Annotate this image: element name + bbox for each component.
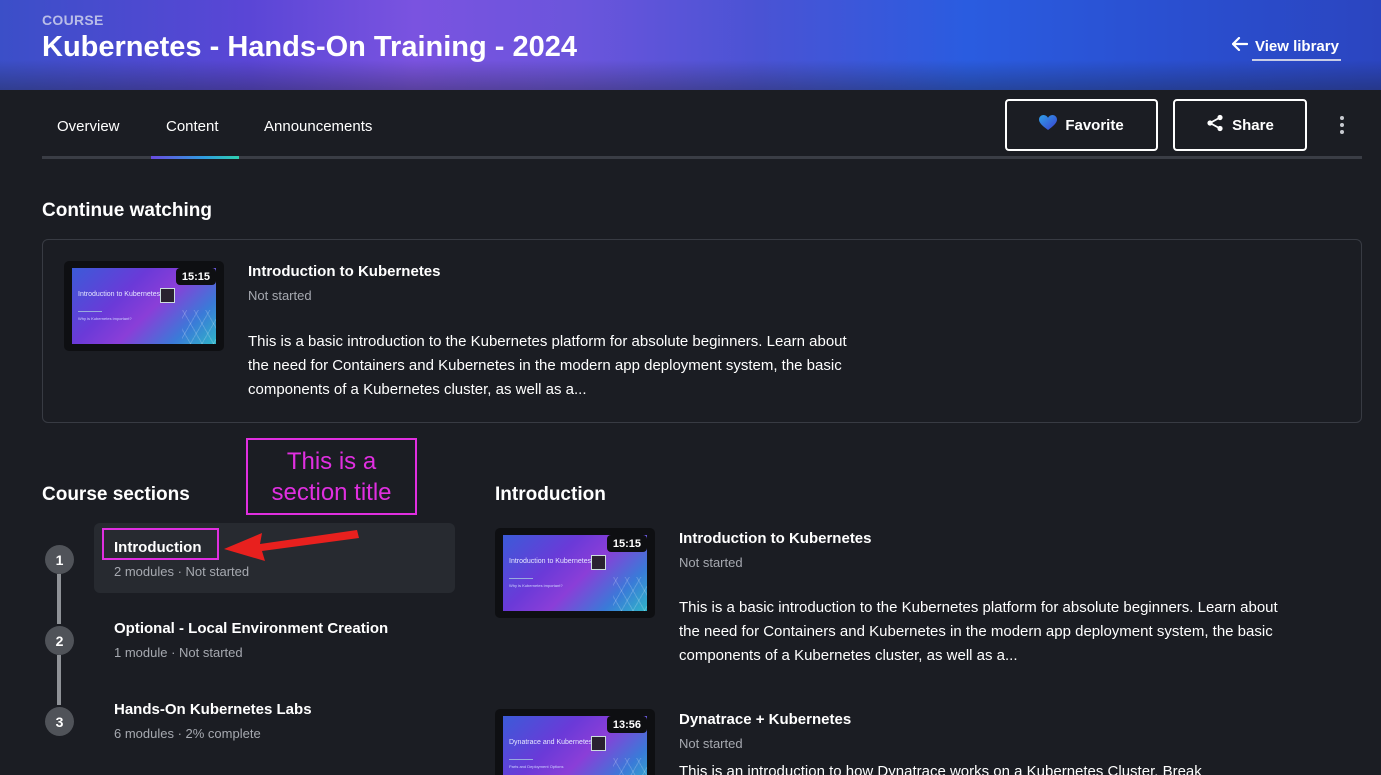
annotation-arrow-icon (224, 530, 359, 561)
section-title: Hands-On Kubernetes Labs (114, 701, 312, 718)
tab-divider (42, 156, 1362, 159)
thumbnail-pattern (182, 310, 216, 344)
video-thumbnail[interactable]: Introduction to Kubernetes Why is Kubern… (64, 261, 224, 351)
thumbnail-title: Dynatrace and Kubernetes (509, 739, 593, 746)
module-status: Not started (248, 288, 312, 303)
active-tab-indicator (151, 156, 239, 159)
annotation-callout: This is a section title (246, 438, 417, 515)
module-status: Not started (679, 736, 743, 751)
module-description: This is an introduction to how Dynatrace… (679, 763, 1202, 775)
share-icon (1206, 114, 1224, 136)
section-meta: 6 modules · 2% complete (114, 726, 261, 741)
step-number: 1 (45, 545, 74, 574)
link-underline (1252, 59, 1341, 61)
step-number: 3 (45, 707, 74, 736)
thumbnail-title: Introduction to Kubernetes (78, 291, 161, 298)
tab-announcements[interactable]: Announcements (249, 98, 387, 154)
heart-icon (1039, 115, 1058, 135)
module-title[interactable]: Introduction to Kubernetes (679, 530, 872, 547)
module-description: This is a basic introduction to the Kube… (679, 599, 1278, 664)
arrow-left-icon (1231, 36, 1249, 55)
page-title: Kubernetes - Hands-On Training - 2024 (42, 31, 577, 63)
module-title[interactable]: Dynatrace + Kubernetes (679, 711, 851, 728)
view-library-link[interactable]: View library (1231, 32, 1341, 61)
thumbnail-pattern (613, 758, 647, 775)
duration-badge: 15:15 (606, 535, 647, 552)
video-thumbnail[interactable]: Dynatrace and Kubernetes Parts and Deplo… (495, 709, 655, 775)
annotation-highlight (102, 528, 219, 560)
thumbnail-subtitle: Parts and Deployment Options (509, 764, 564, 769)
continue-watching-card[interactable]: Introduction to Kubernetes Why is Kubern… (42, 239, 1362, 423)
duration-badge: 15:15 (175, 268, 216, 285)
thumbnail-subtitle: Why is Kubernetes important? (78, 316, 132, 321)
course-header: COURSE Kubernetes - Hands-On Training - … (0, 0, 1381, 90)
module-title[interactable]: Introduction to Kubernetes (248, 263, 441, 280)
section-meta: 1 module · Not started (114, 645, 243, 660)
view-library-label: View library (1255, 37, 1339, 55)
module-status: Not started (679, 555, 743, 570)
favorite-button[interactable]: Favorite (1005, 99, 1158, 151)
share-button[interactable]: Share (1173, 99, 1307, 151)
thumbnail-pattern (613, 577, 647, 611)
thumbnail-subtitle: Why is Kubernetes important? (509, 583, 563, 588)
section-meta: 2 modules · Not started (114, 564, 250, 579)
continue-watching-heading: Continue watching (42, 200, 212, 221)
thumbnail-title: Introduction to Kubernetes (509, 558, 592, 565)
step-number: 2 (45, 626, 74, 655)
more-options-icon[interactable] (1332, 112, 1352, 138)
tab-content[interactable]: Content (151, 98, 234, 154)
tab-bar: Overview Content Announcements (42, 98, 1362, 160)
module-description: This is a basic introduction to the Kube… (248, 333, 847, 398)
tab-overview[interactable]: Overview (42, 98, 135, 154)
presenter-avatar (160, 288, 175, 303)
share-label: Share (1232, 116, 1274, 134)
section-item-hands-on-labs[interactable]: Hands-On Kubernetes Labs 6 modules · 2% … (94, 685, 455, 755)
favorite-label: Favorite (1065, 116, 1124, 134)
section-item-local-environment[interactable]: Optional - Local Environment Creation 1 … (94, 604, 455, 674)
presenter-avatar (591, 736, 606, 751)
video-thumbnail[interactable]: Introduction to Kubernetes Why is Kubern… (495, 528, 655, 618)
selected-section-heading: Introduction (495, 484, 606, 505)
step-connector (57, 655, 61, 705)
course-sections-heading: Course sections (42, 484, 190, 505)
step-connector (57, 574, 61, 624)
section-title: Optional - Local Environment Creation (114, 620, 389, 637)
duration-badge: 13:56 (606, 716, 647, 733)
course-label: COURSE (42, 12, 104, 28)
presenter-avatar (591, 555, 606, 570)
